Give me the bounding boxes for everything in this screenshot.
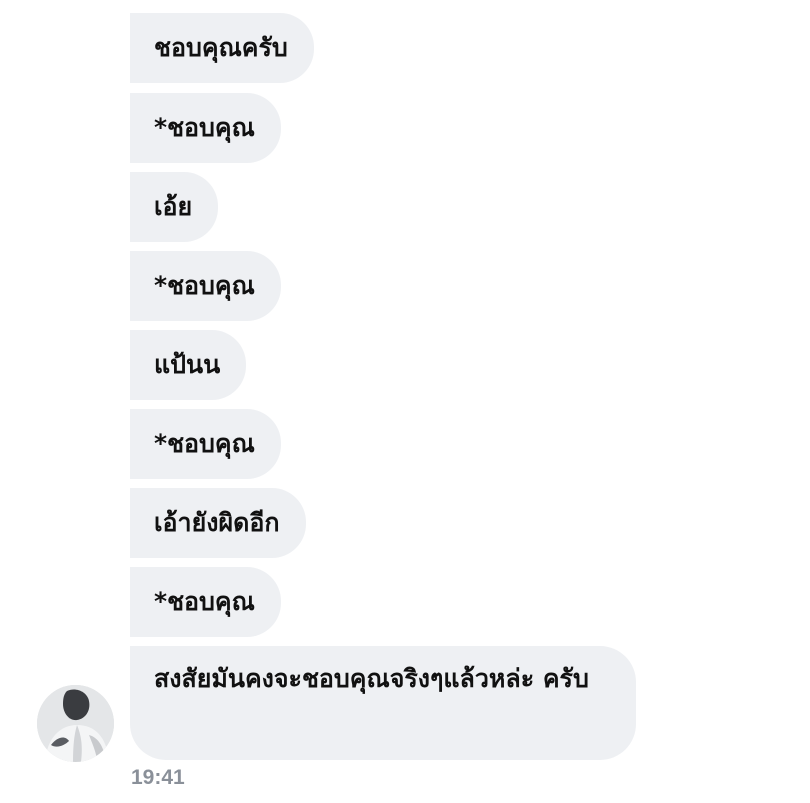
avatar-photo-icon: [37, 685, 114, 762]
message-text: ชอบคุณครับ: [154, 33, 288, 62]
chat-thread: ชอบคุณครับ *ชอบคุณ เอ้ย *ชอบคุณ แป้นน *ช…: [0, 0, 810, 803]
message-bubble[interactable]: ชอบคุณครับ: [130, 13, 314, 83]
message-bubble[interactable]: แป้นน: [130, 330, 247, 400]
message-bubble[interactable]: เอ้ย: [130, 172, 219, 242]
message-bubble[interactable]: *ชอบคุณ: [130, 567, 281, 637]
message-text: *ชอบคุณ: [154, 271, 255, 300]
message-text: *ชอบคุณ: [154, 587, 255, 616]
message-bubble[interactable]: เอ้ายังผิดอีก: [130, 488, 306, 558]
message-text: สงสัยมันคงจะชอบคุณจริงๆแล้วหล่ะ ครับ: [154, 664, 589, 693]
message-bubble[interactable]: *ชอบคุณ: [130, 251, 281, 321]
message-text: เอ้ย: [154, 192, 193, 221]
message-text: เอ้ายังผิดอีก: [154, 508, 280, 537]
message-bubble[interactable]: *ชอบคุณ: [130, 409, 281, 479]
message-timestamp: 19:41: [131, 766, 185, 789]
sender-avatar[interactable]: [37, 685, 114, 762]
message-text: *ชอบคุณ: [154, 429, 255, 458]
message-bubble[interactable]: สงสัยมันคงจะชอบคุณจริงๆแล้วหล่ะ ครับ: [130, 646, 636, 760]
message-text: แป้นน: [154, 350, 221, 379]
message-text: *ชอบคุณ: [154, 113, 255, 142]
message-bubble[interactable]: *ชอบคุณ: [130, 93, 281, 163]
